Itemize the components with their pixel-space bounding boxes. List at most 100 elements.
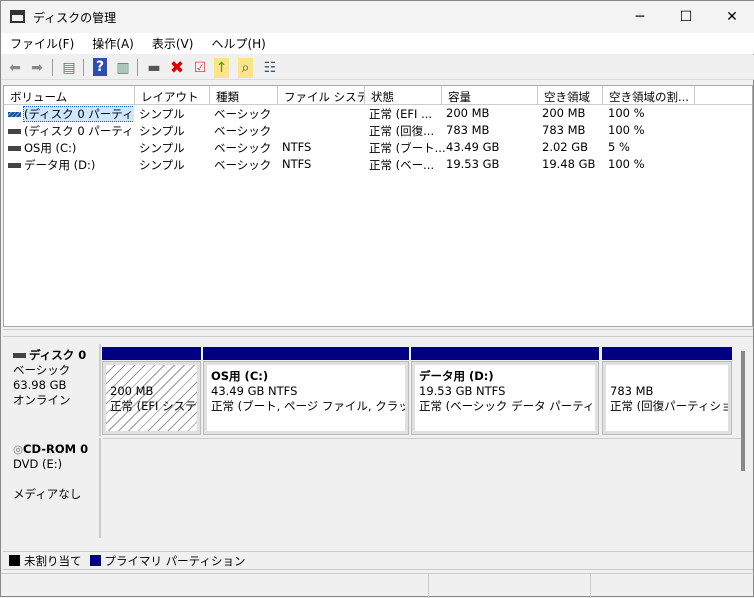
show-action-pane-icon[interactable]: ▥: [113, 58, 133, 78]
volume-icon: [8, 129, 21, 134]
cdrom-0-area: [103, 438, 741, 538]
cdrom-0-name: CD-ROM 0: [23, 442, 89, 456]
menu-bar: ファイル(F) 操作(A) 表示(V) ヘルプ(H): [1, 33, 754, 54]
partition-0[interactable]: 200 MB正常 (EFI システム パーティション): [102, 361, 201, 435]
partition-title: [610, 369, 724, 384]
cell-layout: シンプル: [139, 141, 185, 155]
cell-capacity: 19.53 GB: [446, 157, 500, 171]
cdrom-0-state: メディアなし: [13, 487, 82, 501]
forward-icon[interactable]: ➡: [27, 58, 47, 78]
cell-free: 19.48 GB: [542, 157, 596, 171]
cell-free: 200 MB: [542, 106, 586, 120]
title-bar: ディスクの管理 ─ ☐ ✕: [1, 1, 754, 33]
partition-status: 正常 (回復パーティション): [610, 399, 728, 413]
legend-unallocated: 未割り当て: [24, 553, 82, 568]
cell-capacity: 43.49 GB: [446, 140, 500, 154]
partition-title: OS用 (C:): [211, 369, 269, 383]
cell-pct: 100 %: [608, 123, 645, 137]
cell-capacity: 200 MB: [446, 106, 490, 120]
back-icon[interactable]: ⬅: [5, 58, 25, 78]
search-icon[interactable]: ⌕: [238, 58, 253, 78]
partition-2[interactable]: データ用 (D:) 19.53 GB NTFS 正常 (ベーシック データ パーティ…: [411, 361, 599, 435]
cell-fs: NTFS: [282, 140, 312, 154]
checklist-icon[interactable]: ☷: [260, 58, 280, 78]
disk-0-size: 63.98 GB: [13, 378, 67, 392]
volume-icon: [8, 163, 21, 168]
cell-free: 2.02 GB: [542, 140, 589, 154]
column-header-layout[interactable]: レイアウト: [135, 86, 210, 105]
cell-status: 正常 (回復...: [369, 124, 435, 138]
partition-title: データ用 (D:): [419, 369, 494, 383]
partition-size: 43.49 GB NTFS: [211, 384, 298, 398]
partition-size: 783 MB: [610, 384, 654, 398]
volume-row[interactable]: (ディスク 0 パーティシ... シンプル ベーシック 正常 (EFI ... 200 …: [4, 105, 752, 122]
disk-0-label[interactable]: ディスク 0 ベーシック 63.98 GB オンライン: [5, 344, 101, 436]
legend-primary: プライマリ パーティション: [104, 553, 246, 568]
partition-size: 19.53 GB NTFS: [419, 384, 506, 398]
column-header-free-percent[interactable]: 空き領域の割...: [603, 86, 695, 105]
minimize-button[interactable]: ─: [617, 1, 663, 33]
disk-0-state: オンライン: [13, 393, 71, 407]
partition-3[interactable]: 783 MB正常 (回復パーティション): [602, 361, 732, 435]
window-title: ディスクの管理: [33, 11, 117, 25]
cell-layout: シンプル: [139, 107, 185, 121]
disk-icon: [13, 353, 26, 358]
partition-bar: [411, 347, 599, 360]
legend-swatch-primary: [89, 555, 101, 566]
legend: 未割り当て プライマリ パーティション: [3, 551, 753, 570]
show-hide-console-tree-icon[interactable]: ▤: [59, 58, 79, 78]
connect-drive-icon[interactable]: ▬: [144, 58, 164, 78]
toolbar: ⬅ ➡ ▤ ? ▥ ▬ ✖ ☑ ↑ ⌕ ☷: [1, 55, 754, 80]
pane-splitter[interactable]: [3, 329, 753, 337]
cell-pct: 5 %: [608, 140, 630, 154]
disk-0-name: ディスク 0: [29, 348, 87, 362]
column-header-capacity[interactable]: 容量: [442, 86, 538, 105]
volume-row[interactable]: OS用 (C:) シンプル ベーシック NTFS 正常 (ブート... 43.49 GB 2…: [4, 139, 752, 156]
maximize-button[interactable]: ☐: [663, 1, 709, 33]
column-header-volume[interactable]: ボリューム: [4, 86, 135, 105]
cell-name: データ用 (D:): [8, 157, 134, 173]
menu-help[interactable]: ヘルプ(H): [202, 33, 274, 54]
volume-row[interactable]: (ディスク 0 パーティシ... シンプル ベーシック 正常 (回復... 783 MB…: [4, 122, 752, 139]
vertical-scrollbar[interactable]: [741, 351, 745, 471]
partition-bar: [102, 347, 201, 360]
disk-0-type: ベーシック: [13, 363, 71, 377]
disk-graphical-view: ディスク 0 ベーシック 63.98 GB オンライン 200 MB 正常 (EF…: [3, 341, 753, 541]
cdrom-0-type: DVD (E:): [13, 457, 63, 471]
import-icon[interactable]: ↑: [214, 58, 229, 78]
partition-bar: [203, 347, 409, 360]
volume-row[interactable]: データ用 (D:) シンプル ベーシック NTFS 正常 (ベー... 19.53 GB 1…: [4, 156, 752, 173]
properties-icon[interactable]: ☑: [190, 58, 210, 78]
column-header-filesystem[interactable]: ファイル システム: [278, 86, 365, 105]
menu-action[interactable]: 操作(A): [83, 33, 143, 54]
volume-icon: [8, 112, 21, 117]
close-button[interactable]: ✕: [709, 1, 754, 33]
cell-status: 正常 (ベー...: [369, 158, 435, 172]
delete-icon[interactable]: ✖: [167, 58, 187, 78]
cell-type: ベーシック: [214, 124, 272, 138]
column-header-free-space[interactable]: 空き領域: [538, 86, 603, 105]
menu-file[interactable]: ファイル(F): [1, 33, 83, 54]
column-header-type[interactable]: 種類: [210, 86, 278, 105]
help-icon[interactable]: ?: [93, 58, 107, 76]
cell-fs: NTFS: [282, 157, 312, 171]
cell-pct: 100 %: [608, 106, 645, 120]
cell-type: ベーシック: [214, 107, 272, 121]
volume-name: (ディスク 0 パーティシ...: [24, 124, 134, 138]
cell-type: ベーシック: [214, 158, 272, 172]
menu-view[interactable]: 表示(V): [143, 33, 203, 54]
partition-bar: [602, 347, 732, 360]
cell-name: OS用 (C:): [8, 140, 134, 156]
volume-list: ボリューム レイアウト 種類 ファイル システム 状態 容量 空き領域 空き領域…: [3, 85, 753, 327]
cdrom-0-label[interactable]: ◎CD-ROM 0 DVD (E:) メディアなし: [5, 438, 101, 538]
partition-1[interactable]: OS用 (C:) 43.49 GB NTFS 正常 (ブート, ページ ファイル, …: [203, 361, 409, 435]
cdrom-icon: ◎: [13, 442, 24, 456]
column-header-status[interactable]: 状態: [365, 86, 442, 105]
cell-capacity: 783 MB: [446, 123, 490, 137]
cell-layout: シンプル: [139, 158, 185, 172]
cell-pct: 100 %: [608, 157, 645, 171]
partition-status: 正常 (ベーシック データ パーティション): [419, 399, 595, 413]
volume-name: (ディスク 0 パーティシ...: [22, 106, 134, 122]
cell-status: 正常 (EFI ...: [369, 107, 433, 121]
column-header-empty: [695, 86, 752, 105]
